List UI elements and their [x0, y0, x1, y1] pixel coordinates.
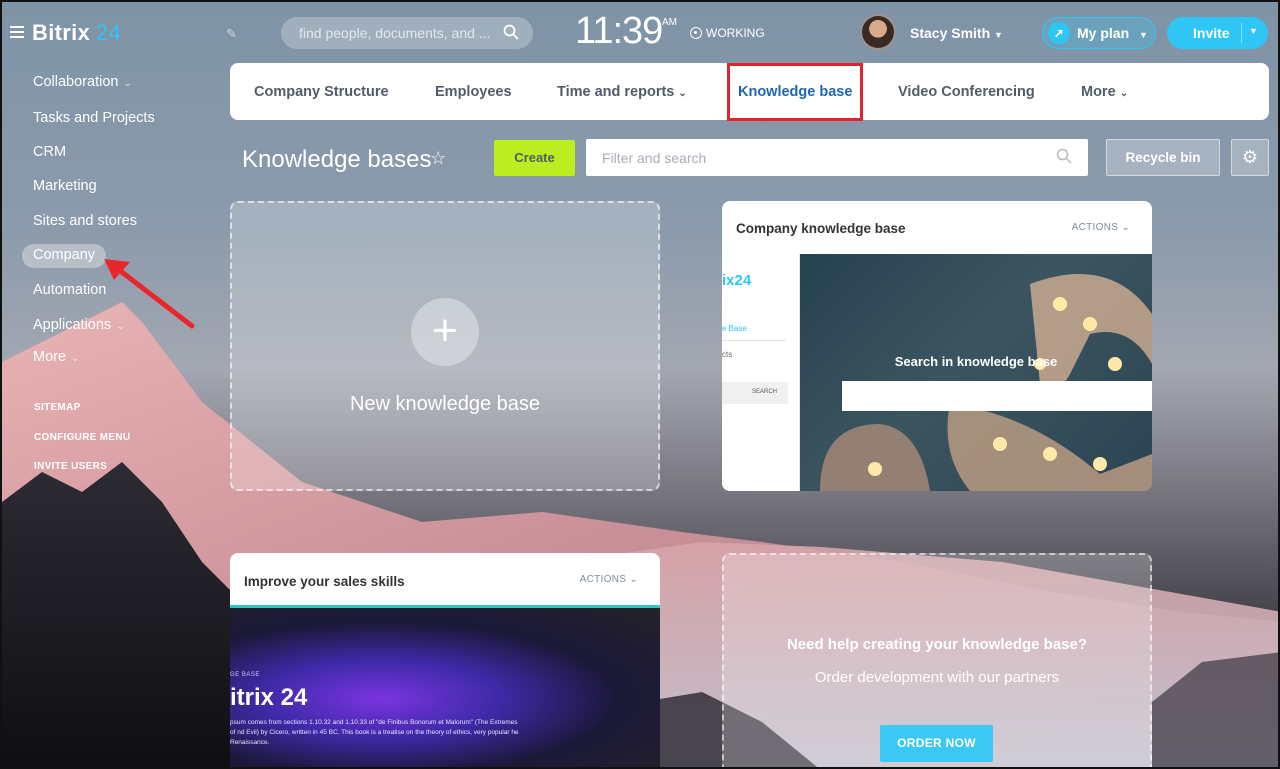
- gear-icon[interactable]: ⚙: [1231, 139, 1269, 176]
- highlight-box: [727, 63, 863, 121]
- chevron-down-icon: ⌄: [71, 353, 80, 364]
- sidebar-item-collaboration[interactable]: Collaboration ⌄: [33, 74, 132, 90]
- app-window: Bitrix 24 ✎ find people, documents, and .…: [0, 0, 1280, 769]
- sidebar-item-label: Automation: [33, 282, 107, 298]
- page-title: Knowledge bases: [242, 146, 432, 173]
- preview-hero-image: Search in knowledge base: [800, 254, 1152, 491]
- tab-more[interactable]: More ⌄: [1081, 84, 1128, 100]
- configure-menu-link[interactable]: CONFIGURE MENU: [34, 432, 130, 443]
- clock-ampm: AM: [662, 17, 677, 28]
- sidebar-item-label: Marketing: [33, 178, 97, 194]
- work-status[interactable]: WORKING: [690, 26, 765, 40]
- plus-icon[interactable]: +: [411, 298, 479, 366]
- company-knowledge-base-card[interactable]: Company knowledge base ACTIONS ⌄ ix24 e …: [722, 201, 1152, 491]
- my-plan-button[interactable]: ➚ My plan ▼: [1042, 17, 1156, 49]
- sidebar-item-crm[interactable]: CRM: [33, 144, 66, 160]
- sidebar-item-automation[interactable]: Automation: [33, 282, 106, 298]
- sidebar-item-sites[interactable]: Sites and stores: [33, 213, 137, 229]
- search-icon[interactable]: [1056, 148, 1072, 164]
- filter-placeholder: Filter and search: [602, 150, 707, 166]
- search-placeholder: find people, documents, and ...: [299, 25, 491, 41]
- sidebar-item-label: Sites and stores: [33, 213, 137, 229]
- preview-logo: itrix 24: [230, 684, 308, 711]
- sidebar-item-label: Company: [33, 247, 96, 263]
- sidebar-item-label: Tasks and Projects: [33, 110, 155, 126]
- search-icon[interactable]: [503, 24, 519, 40]
- divider: [1241, 23, 1242, 43]
- caret-down-icon[interactable]: ▼: [1249, 26, 1258, 36]
- sidebar-item-label: More: [33, 349, 67, 365]
- preview-link: e Base: [722, 324, 747, 333]
- arrow-annotation-icon: [104, 259, 195, 329]
- actions-label: ACTIONS: [1071, 222, 1119, 233]
- clock-time[interactable]: 11:39: [575, 10, 663, 53]
- chevron-down-icon: ⌄: [1121, 222, 1130, 233]
- work-status-icon: [690, 27, 702, 39]
- sidebar-item-marketing[interactable]: Marketing: [33, 178, 97, 194]
- avatar[interactable]: [860, 14, 896, 50]
- caret-down-icon: ▼: [994, 30, 1003, 40]
- actions-menu[interactable]: ACTIONS ⌄: [1072, 222, 1130, 233]
- preview-sidebar: ix24 e Base cts SEARCH: [722, 254, 800, 491]
- tab-employees[interactable]: Employees: [435, 84, 512, 100]
- caret-down-icon: ▼: [1139, 30, 1148, 40]
- hero-search-title: Search in knowledge base: [894, 354, 1058, 369]
- order-now-button[interactable]: ORDER NOW: [880, 725, 993, 762]
- my-plan-label: My plan: [1077, 25, 1130, 41]
- card-title[interactable]: Improve your sales skills: [244, 574, 405, 589]
- invite-users-link[interactable]: INVITE USERS: [34, 461, 107, 472]
- preview-banner: GE BASE itrix 24 psum comes from section…: [230, 608, 660, 767]
- app-logo[interactable]: Bitrix 24: [32, 20, 121, 46]
- filter-search-input[interactable]: Filter and search: [586, 139, 1088, 176]
- chevron-down-icon: ⌄: [629, 574, 638, 585]
- preview-search-button: SEARCH: [752, 389, 778, 395]
- global-search-input[interactable]: find people, documents, and ...: [281, 17, 533, 49]
- tab-label: More: [1081, 84, 1116, 100]
- logo-text: Bitrix: [32, 20, 91, 45]
- invite-label: Invite: [1193, 25, 1230, 41]
- sales-skills-card[interactable]: Improve your sales skills ACTIONS ⌄ GE B…: [230, 553, 660, 767]
- actions-label: ACTIONS: [579, 574, 627, 585]
- work-status-label: WORKING: [706, 26, 765, 40]
- help-title: Need help creating your knowledge base?: [786, 636, 1088, 653]
- marquee-letter-image: [820, 274, 1152, 491]
- user-name: Stacy Smith: [910, 25, 991, 41]
- sidebar-item-tasks[interactable]: Tasks and Projects: [33, 110, 155, 126]
- user-menu[interactable]: Stacy Smith ▼: [910, 25, 1003, 41]
- new-knowledge-base-label[interactable]: New knowledge base: [230, 393, 660, 416]
- preview-search-box: SEARCH: [722, 382, 788, 404]
- sidebar-item-company[interactable]: Company: [33, 247, 95, 263]
- create-button[interactable]: Create: [494, 140, 575, 176]
- hero-search-input[interactable]: [842, 381, 1152, 411]
- preview-text: psum comes from sections 1.10.32 and 1.1…: [230, 719, 519, 746]
- tab-company-structure[interactable]: Company Structure: [254, 84, 389, 100]
- preview-logo: ix24: [722, 272, 752, 289]
- star-icon[interactable]: ☆: [430, 148, 446, 169]
- divider: [722, 340, 786, 341]
- tab-video-conferencing[interactable]: Video Conferencing: [898, 84, 1035, 100]
- chevron-down-icon: ⌄: [123, 78, 132, 89]
- chevron-down-icon: ⌄: [678, 88, 687, 99]
- chevron-down-icon: ⌄: [1119, 88, 1129, 99]
- actions-menu[interactable]: ACTIONS ⌄: [580, 574, 638, 585]
- help-subtitle: Order development with our partners: [814, 669, 1060, 686]
- logo-number: 24: [96, 20, 122, 45]
- sidebar-item-label: CRM: [33, 144, 67, 160]
- sitemap-link[interactable]: SITEMAP: [34, 402, 81, 413]
- preview-tag: GE BASE: [230, 672, 260, 678]
- tab-label: Time and reports: [557, 84, 675, 100]
- menu-icon[interactable]: [10, 26, 24, 38]
- edit-icon[interactable]: ✎: [226, 26, 237, 42]
- rocket-icon: ➚: [1048, 22, 1070, 44]
- card-title[interactable]: Company knowledge base: [736, 221, 906, 236]
- sidebar-item-label: Collaboration: [33, 74, 119, 90]
- preview-item: cts: [722, 350, 733, 359]
- sidebar-item-more[interactable]: More ⌄: [33, 349, 79, 365]
- recycle-bin-button[interactable]: Recycle bin: [1106, 139, 1220, 176]
- invite-button[interactable]: Invite ▼: [1167, 17, 1268, 49]
- tab-time-and-reports[interactable]: Time and reports ⌄: [557, 84, 687, 100]
